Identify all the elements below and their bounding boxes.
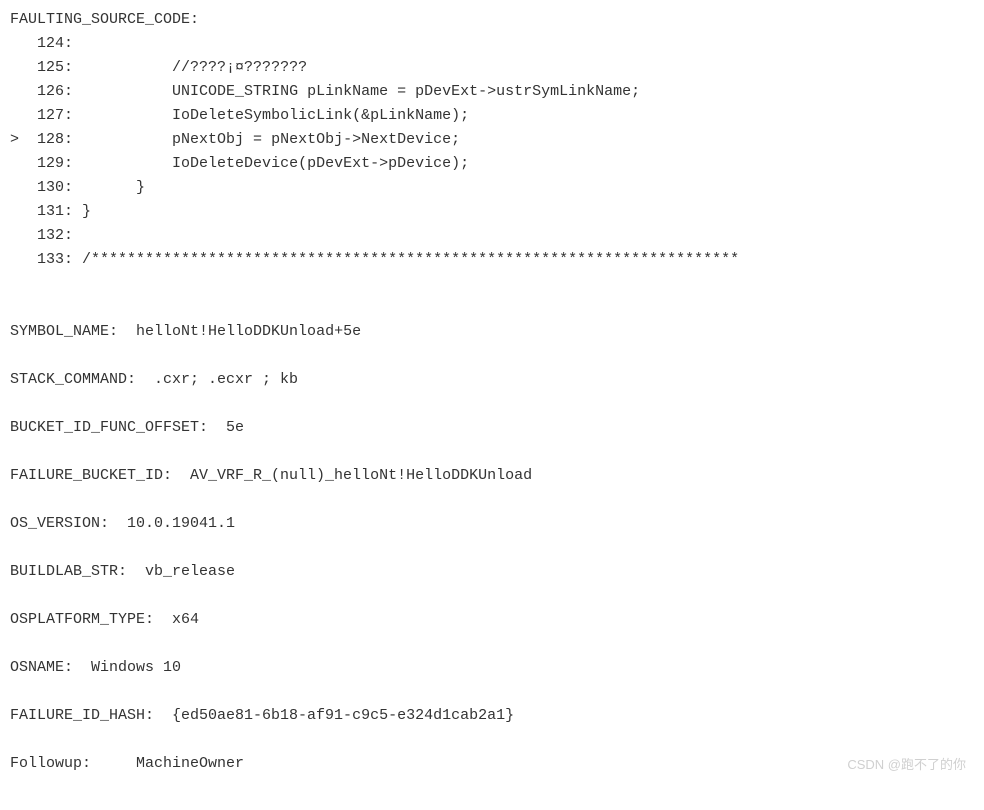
field-row: Followup: MachineOwner — [10, 752, 974, 776]
field-label: STACK_COMMAND: — [10, 371, 136, 388]
field-label: FAILURE_ID_HASH: — [10, 707, 154, 724]
line-prefix — [10, 251, 37, 268]
field-row: FAILURE_BUCKET_ID: AV_VRF_R_(null)_hello… — [10, 464, 974, 488]
field-value: .cxr; .ecxr ; kb — [136, 371, 298, 388]
line-code: UNICODE_STRING pLinkName = pDevExt->ustr… — [73, 83, 640, 100]
spacer — [10, 272, 974, 296]
field-row: SYMBOL_NAME: helloNt!HelloDDKUnload+5e — [10, 320, 974, 344]
line-prefix — [10, 59, 37, 76]
field-row: STACK_COMMAND: .cxr; .ecxr ; kb — [10, 368, 974, 392]
spacer — [10, 680, 974, 704]
faulting-source-header: FAULTING_SOURCE_CODE: — [10, 8, 974, 32]
field-row: OSNAME: Windows 10 — [10, 656, 974, 680]
line-number: 133: — [37, 251, 73, 268]
line-number: 130: — [37, 179, 73, 196]
field-row: BUILDLAB_STR: vb_release — [10, 560, 974, 584]
spacer — [10, 728, 974, 752]
line-prefix — [10, 83, 37, 100]
spacer — [10, 296, 974, 320]
analysis-fields: SYMBOL_NAME: helloNt!HelloDDKUnload+5e ST… — [10, 320, 974, 776]
line-code: pNextObj = pNextObj->NextDevice; — [73, 131, 460, 148]
line-number: 124: — [37, 35, 73, 52]
field-value: MachineOwner — [91, 755, 244, 772]
field-label: OS_VERSION: — [10, 515, 109, 532]
line-number: 132: — [37, 227, 73, 244]
field-value: 5e — [208, 419, 244, 436]
line-number: 127: — [37, 107, 73, 124]
line-prefix — [10, 227, 37, 244]
code-line: 125: //????¡¤??????? — [10, 56, 974, 80]
field-label: SYMBOL_NAME: — [10, 323, 118, 340]
line-number: 128: — [37, 131, 73, 148]
spacer — [10, 488, 974, 512]
line-prefix — [10, 35, 37, 52]
spacer — [10, 344, 974, 368]
spacer — [10, 584, 974, 608]
line-prefix — [10, 203, 37, 220]
spacer — [10, 440, 974, 464]
field-row: OSPLATFORM_TYPE: x64 — [10, 608, 974, 632]
code-line: 129: IoDeleteDevice(pDevExt->pDevice); — [10, 152, 974, 176]
line-number: 125: — [37, 59, 73, 76]
spacer — [10, 632, 974, 656]
code-line: 133: /**********************************… — [10, 248, 974, 272]
field-value: {ed50ae81-6b18-af91-c9c5-e324d1cab2a1} — [154, 707, 514, 724]
field-value: x64 — [154, 611, 199, 628]
line-code: } — [73, 203, 91, 220]
field-row: FAILURE_ID_HASH: {ed50ae81-6b18-af91-c9c… — [10, 704, 974, 728]
line-number: 129: — [37, 155, 73, 172]
line-prefix — [10, 107, 37, 124]
code-line: 132: — [10, 224, 974, 248]
line-code: /***************************************… — [73, 251, 739, 268]
line-code: IoDeleteDevice(pDevExt->pDevice); — [73, 155, 469, 172]
field-value: Windows 10 — [73, 659, 181, 676]
code-line: > 128: pNextObj = pNextObj->NextDevice; — [10, 128, 974, 152]
code-line: 126: UNICODE_STRING pLinkName = pDevExt-… — [10, 80, 974, 104]
field-label: OSNAME: — [10, 659, 73, 676]
code-line: 127: IoDeleteSymbolicLink(&pLinkName); — [10, 104, 974, 128]
code-line: 131: } — [10, 200, 974, 224]
field-row: OS_VERSION: 10.0.19041.1 — [10, 512, 974, 536]
line-prefix — [10, 179, 37, 196]
line-number: 126: — [37, 83, 73, 100]
line-prefix: > — [10, 131, 37, 148]
field-value: 10.0.19041.1 — [109, 515, 235, 532]
line-number: 131: — [37, 203, 73, 220]
line-code: IoDeleteSymbolicLink(&pLinkName); — [73, 107, 469, 124]
field-value: vb_release — [127, 563, 235, 580]
field-label: OSPLATFORM_TYPE: — [10, 611, 154, 628]
code-line: 124: — [10, 32, 974, 56]
line-prefix — [10, 155, 37, 172]
field-label: Followup: — [10, 755, 91, 772]
field-label: FAILURE_BUCKET_ID: — [10, 467, 172, 484]
field-label: BUILDLAB_STR: — [10, 563, 127, 580]
line-code: //????¡¤??????? — [73, 59, 307, 76]
source-code-block: 124: 125: //????¡¤??????? 126: UNICODE_S… — [10, 32, 974, 272]
spacer — [10, 392, 974, 416]
line-code: } — [73, 179, 145, 196]
field-value: helloNt!HelloDDKUnload+5e — [118, 323, 361, 340]
field-label: BUCKET_ID_FUNC_OFFSET: — [10, 419, 208, 436]
field-row: BUCKET_ID_FUNC_OFFSET: 5e — [10, 416, 974, 440]
code-line: 130: } — [10, 176, 974, 200]
spacer — [10, 536, 974, 560]
watermark: CSDN @跑不了的你 — [847, 755, 966, 776]
field-value: AV_VRF_R_(null)_helloNt!HelloDDKUnload — [172, 467, 532, 484]
